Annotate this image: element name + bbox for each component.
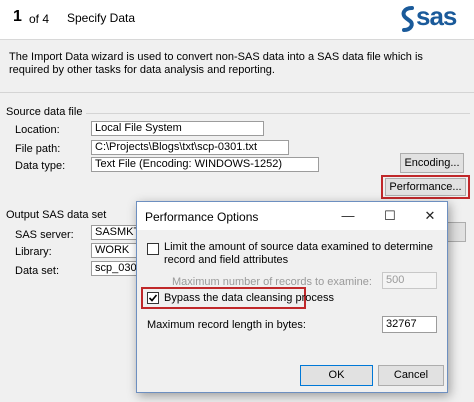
bypass-cleansing-checkbox[interactable] [147,292,159,304]
performance-button[interactable]: Performance... [385,178,466,196]
ok-button[interactable]: OK [300,365,373,386]
sas-logo-text: sas [416,1,457,31]
divider [0,92,474,93]
performance-options-dialog: Performance Options — ☐ ✕ Limit the amou… [136,201,448,393]
encoding-button[interactable]: Encoding... [400,153,464,173]
location-field: Local File System [91,121,264,136]
sas-server-label: SAS server: [15,229,74,241]
sas-logo: sas [398,1,474,35]
cancel-button[interactable]: Cancel [378,365,444,386]
minimize-icon[interactable]: — [333,202,363,230]
step-number: 1 [13,8,22,25]
max-record-length-label: Maximum record length in bytes: [147,319,306,331]
data-set-label: Data set: [15,265,60,277]
wizard-header: 1 of 4 Specify Data sas [0,0,474,40]
source-group-title: Source data file [6,106,83,118]
sas-swirl-logo-icon [401,6,414,32]
checkmark-icon [148,294,158,302]
max-record-length-field[interactable]: 32767 [382,316,437,333]
data-type-label: Data type: [15,160,66,172]
dialog-title-bar: Performance Options — ☐ ✕ [137,202,447,230]
intro-text: The Import Data wizard is used to conver… [9,51,423,76]
library-label: Library: [15,246,52,258]
file-path-field: C:\Projects\Blogs\txt\scp-0301.txt [91,140,289,155]
location-label: Location: [15,124,60,136]
output-group-title: Output SAS data set [6,209,107,221]
max-records-field[interactable]: 500 [382,272,437,289]
data-set-field[interactable]: scp_0301 [91,261,141,276]
close-icon[interactable]: ✕ [415,202,445,230]
divider [86,113,470,114]
dialog-title: Performance Options [145,210,259,224]
bypass-cleansing-label: Bypass the data cleansing process [164,292,334,304]
maximize-icon[interactable]: ☐ [375,202,405,230]
limit-data-label: Limit the amount of source data examined… [164,241,434,266]
library-field: WORK [91,243,141,258]
limit-data-checkbox[interactable] [147,243,159,255]
file-path-label: File path: [15,143,61,155]
data-type-field: Text File (Encoding: WINDOWS-1252) [91,157,319,172]
page-title: Specify Data [67,11,136,25]
step-count: of 4 [29,12,50,26]
